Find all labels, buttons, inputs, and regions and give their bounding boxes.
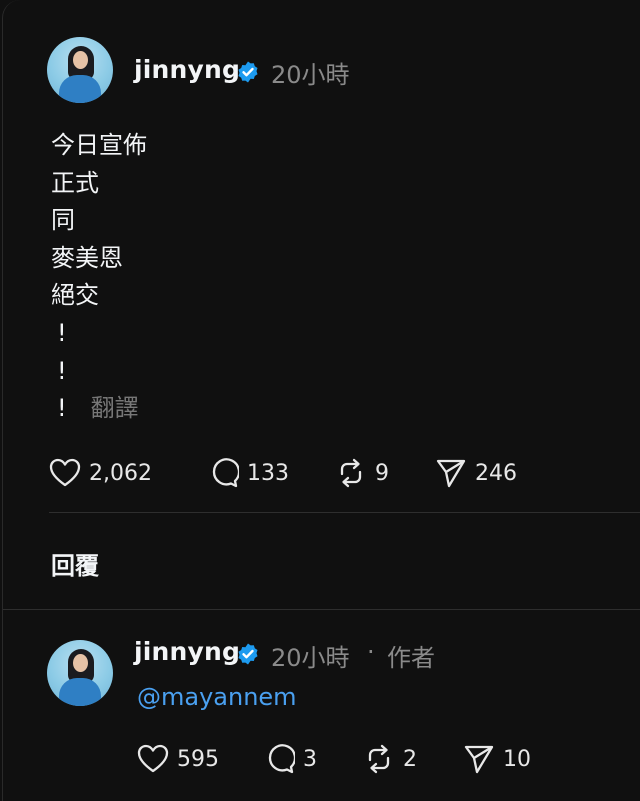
- thread-container: jinnyng 20小時 今日宣佈 正式 同 麥美恩 絕交 ! ! ! 翻譯 2,…: [2, 0, 640, 801]
- translate-link[interactable]: 翻譯: [91, 394, 139, 422]
- send-icon: [464, 745, 494, 774]
- reply-like-button[interactable]: 595: [137, 744, 219, 774]
- post-username[interactable]: jinnyng: [134, 55, 240, 84]
- reply-share-button[interactable]: 10: [463, 744, 531, 774]
- repost-count: 2: [403, 746, 417, 772]
- post-line: 正式: [51, 168, 99, 197]
- post-line-last: !: [57, 394, 67, 423]
- comment-bubble-icon: [268, 744, 295, 774]
- reply-avatar[interactable]: [47, 640, 113, 706]
- share-count: 246: [475, 460, 517, 486]
- comment-count: 133: [247, 460, 289, 486]
- post-line: !: [57, 318, 67, 347]
- post-line: 麥美恩: [51, 243, 123, 272]
- like-count: 2,062: [89, 460, 152, 486]
- reply-comment-button[interactable]: 3: [265, 744, 317, 774]
- comment-bubble-icon: [212, 458, 239, 488]
- post-line: ! 翻譯: [51, 390, 147, 428]
- post-line: !: [57, 356, 67, 385]
- heart-icon: [49, 458, 81, 487]
- post-line: 絕交: [51, 281, 99, 310]
- verified-badge-icon: [238, 61, 258, 83]
- mention-link[interactable]: @mayannem: [137, 683, 297, 711]
- post-line: 同: [51, 206, 75, 235]
- post-line: 今日宣佈: [51, 131, 147, 159]
- comment-count: 3: [303, 746, 317, 772]
- repost-count: 9: [375, 460, 389, 486]
- repost-button[interactable]: 9: [335, 458, 389, 488]
- avatar[interactable]: [47, 37, 113, 103]
- reply-username[interactable]: jinnyng: [134, 637, 240, 666]
- repost-icon: [340, 458, 362, 488]
- reply-timestamp: 20小時: [271, 644, 350, 672]
- heart-icon: [137, 744, 169, 773]
- divider: [49, 512, 640, 513]
- send-icon: [436, 459, 466, 488]
- repost-icon: [368, 744, 390, 774]
- post-body: 今日宣佈 正式 同 麥美恩 絕交 ! ! ! 翻譯: [51, 127, 147, 428]
- reply-repost-button[interactable]: 2: [363, 744, 417, 774]
- post-timestamp: 20小時: [271, 61, 350, 89]
- replies-tab[interactable]: 回覆: [51, 546, 99, 581]
- share-button[interactable]: 246: [435, 458, 517, 488]
- divider: [3, 609, 640, 610]
- comment-button[interactable]: 133: [209, 458, 289, 488]
- like-count: 595: [177, 746, 219, 772]
- like-button[interactable]: 2,062: [49, 458, 152, 488]
- share-count: 10: [503, 746, 531, 772]
- meta-separator: ·: [367, 638, 375, 666]
- author-tag: 作者: [387, 644, 435, 672]
- verified-badge-icon: [238, 643, 258, 665]
